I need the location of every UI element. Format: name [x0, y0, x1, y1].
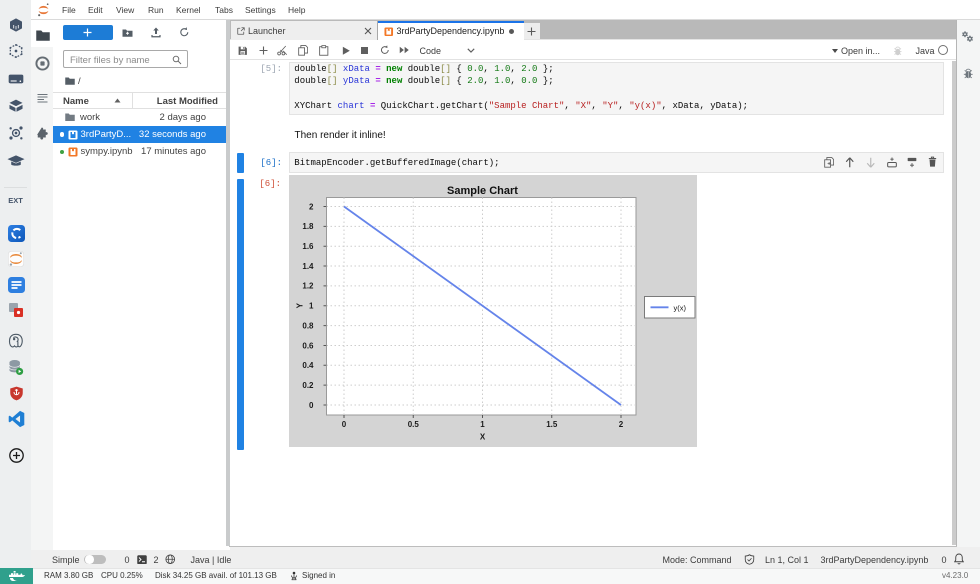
- svg-text:1: 1: [480, 420, 485, 429]
- svg-text:1.4: 1.4: [302, 261, 314, 270]
- svg-text:0.5: 0.5: [407, 420, 419, 429]
- svg-text:1.8: 1.8: [302, 222, 314, 231]
- svg-text:1.6: 1.6: [302, 242, 314, 251]
- svg-text:1: 1: [309, 301, 314, 310]
- svg-text:1.2: 1.2: [302, 281, 314, 290]
- svg-text:2: 2: [309, 202, 314, 211]
- svg-text:0: 0: [309, 400, 314, 409]
- svg-text:y(x): y(x): [673, 303, 686, 312]
- svg-text:X: X: [479, 432, 485, 441]
- svg-text:0.8: 0.8: [302, 321, 314, 330]
- svg-text:Y: Y: [295, 302, 304, 308]
- svg-text:2: 2: [618, 420, 623, 429]
- svg-text:Sample Chart: Sample Chart: [447, 185, 518, 197]
- svg-text:0.4: 0.4: [302, 361, 314, 370]
- svg-text:0: 0: [341, 420, 346, 429]
- svg-text:0.6: 0.6: [302, 341, 314, 350]
- svg-text:0.2: 0.2: [302, 381, 314, 390]
- svg-text:1.5: 1.5: [546, 420, 558, 429]
